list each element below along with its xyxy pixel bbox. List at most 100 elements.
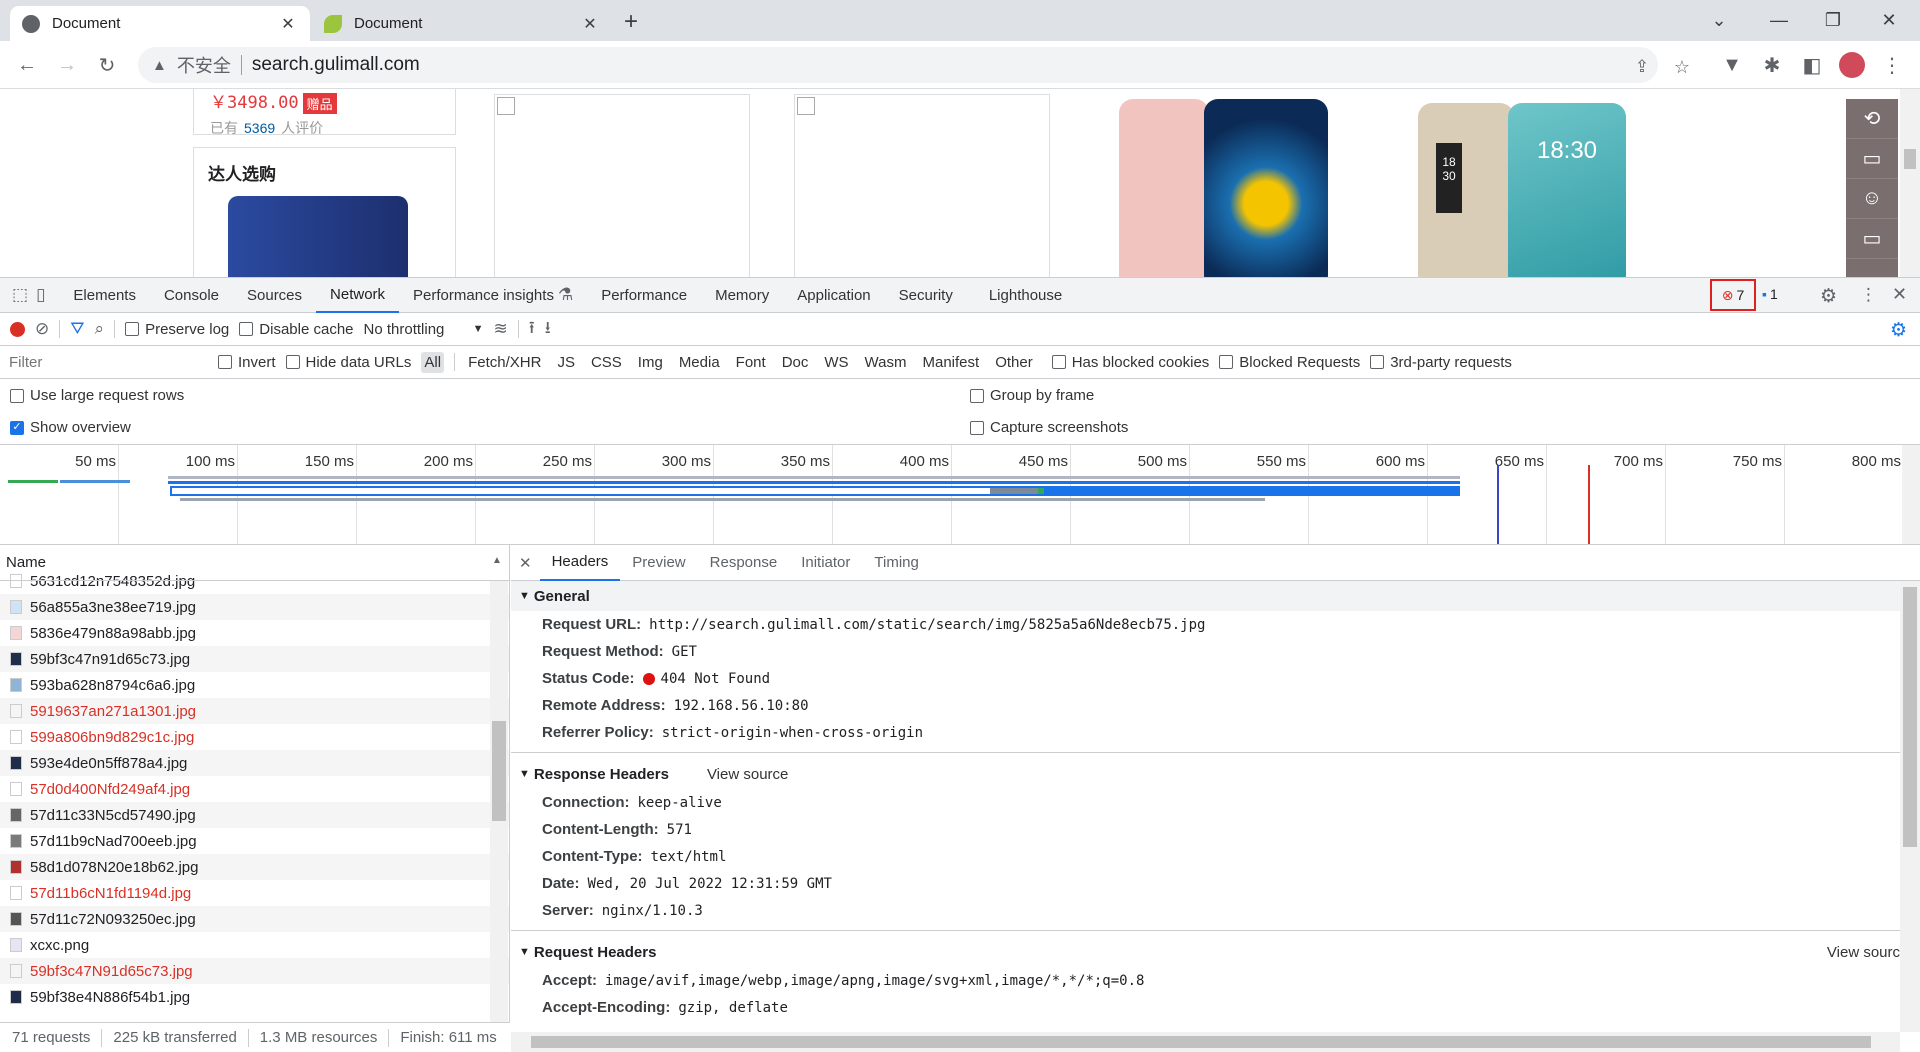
filter-type-font[interactable]: Font [733, 352, 769, 373]
pink-phone-back[interactable] [1119, 99, 1209, 277]
group-by-frame-checkbox[interactable]: Group by frame [970, 387, 1094, 404]
filter-type-fetch-xhr[interactable]: Fetch/XHR [465, 352, 544, 373]
hide-data-urls-checkbox[interactable]: Hide data URLs [285, 354, 411, 371]
error-counter[interactable]: ⊗ 7 [1710, 279, 1756, 311]
timeline-overview[interactable]: 50 ms 100 ms 150 ms 200 ms 250 ms 300 ms… [0, 445, 1920, 545]
address-bar[interactable]: ▲ 不安全 search.gulimall.com [138, 47, 1658, 83]
side-panel-icon[interactable]: ◧ [1796, 49, 1828, 81]
response-headers-section-header[interactable]: ▼ Response Headers View source [511, 759, 1900, 789]
tab-sources[interactable]: Sources [233, 278, 316, 313]
general-section-header[interactable]: ▼ General [511, 581, 1900, 611]
invert-checkbox[interactable]: Invert [218, 354, 276, 371]
filter-type-all[interactable]: All [421, 351, 445, 373]
request-row-error[interactable]: 57d0d400Nfd249af4.jpg [0, 776, 509, 802]
puzzle-icon[interactable]: ✱ [1756, 49, 1788, 81]
export-har-icon[interactable]: ⭳ [545, 315, 551, 344]
filter-type-doc[interactable]: Doc [779, 352, 812, 373]
close-tab-icon[interactable]: ✕ [580, 14, 600, 34]
settings-gear-icon[interactable]: ⚙ [1820, 285, 1837, 308]
close-tab-icon[interactable]: ✕ [278, 14, 298, 34]
device-toggle-icon[interactable]: ▯ [36, 285, 45, 305]
request-row[interactable]: 59bf3c47n91d65c73.jpg [0, 646, 509, 672]
filter-type-img[interactable]: Img [635, 352, 666, 373]
close-detail-icon[interactable]: ✕ [519, 554, 532, 572]
disable-cache-checkbox[interactable]: Disable cache [239, 321, 354, 338]
close-devtools-icon[interactable]: ✕ [1892, 284, 1907, 305]
scroll-thumb[interactable] [1904, 149, 1916, 169]
sort-up-icon[interactable]: ▲ [492, 555, 502, 566]
filter-type-ws[interactable]: WS [821, 352, 851, 373]
overview-scrollbar[interactable] [1902, 445, 1920, 544]
tab-elements[interactable]: Elements [59, 278, 150, 313]
preserve-log-checkbox[interactable]: Preserve log [125, 321, 229, 338]
blue-phone-screen[interactable] [1204, 99, 1328, 277]
third-party-checkbox[interactable]: 3rd-party requests [1370, 354, 1512, 371]
tab-memory[interactable]: Memory [701, 278, 783, 313]
request-row[interactable]: 57d11b9cNad700eeb.jpg [0, 828, 509, 854]
filter-type-other[interactable]: Other [992, 352, 1036, 373]
detail-horizontal-scrollbar[interactable] [511, 1032, 1900, 1052]
search-icon[interactable]: ⌕ [95, 319, 105, 339]
gold-phone-back[interactable]: 18 30 [1418, 103, 1514, 277]
tab-console[interactable]: Console [150, 278, 233, 313]
history-icon[interactable]: ⟲ [1846, 99, 1898, 139]
request-headers-section-header[interactable]: ▼ Request Headers View sourc [511, 937, 1900, 967]
filter-type-css[interactable]: CSS [588, 352, 625, 373]
filter-type-media[interactable]: Media [676, 352, 723, 373]
avatar[interactable] [1836, 49, 1868, 81]
import-har-icon[interactable]: ⭱ [529, 315, 535, 344]
scroll-thumb[interactable] [1903, 587, 1917, 847]
message-icon[interactable]: ▭ [1846, 219, 1898, 259]
detail-vertical-scrollbar[interactable] [1900, 581, 1920, 1032]
browser-tab-2[interactable]: Document ✕ [312, 6, 612, 41]
record-icon[interactable] [10, 321, 25, 337]
request-row[interactable]: xcxc.png [0, 932, 509, 958]
close-window-button[interactable]: ✕ [1866, 0, 1912, 41]
chat-icon[interactable]: ▭ [1846, 139, 1898, 179]
new-tab-button[interactable]: + [624, 8, 638, 36]
service-icon[interactable]: ☺ [1846, 179, 1898, 219]
request-row[interactable]: 5836e479n88a98abb.jpg [0, 620, 509, 646]
tab-network[interactable]: Network [316, 278, 400, 313]
filter-type-manifest[interactable]: Manifest [920, 352, 983, 373]
tab-timing[interactable]: Timing [862, 545, 930, 581]
network-settings-icon[interactable]: ⚙ [1890, 319, 1907, 342]
view-source-link[interactable]: View source [707, 766, 788, 783]
network-conditions-icon[interactable]: ≋ [494, 319, 508, 339]
minimize-button[interactable]: — [1756, 0, 1802, 41]
request-row-error[interactable]: 599a806bn9d829c1c.jpg [0, 724, 509, 750]
clear-icon[interactable]: ⊘ [35, 319, 49, 339]
tab-preview[interactable]: Preview [620, 545, 697, 581]
phone-image[interactable] [228, 196, 408, 277]
show-overview-checkbox[interactable]: ✓ Show overview [10, 419, 131, 436]
menu-icon[interactable]: ⋮ [1876, 49, 1908, 81]
request-row-error[interactable]: 59bf3c47N91d65c73.jpg [0, 958, 509, 984]
scroll-thumb[interactable] [492, 721, 506, 821]
large-rows-checkbox[interactable]: Use large request rows [10, 387, 184, 404]
teal-phone-screen[interactable]: 18:30 [1508, 103, 1626, 277]
broken-image[interactable] [794, 94, 1050, 277]
tab-headers[interactable]: Headers [539, 545, 621, 581]
request-row[interactable]: 593ba628n8794c6a6.jpg [0, 672, 509, 698]
tab-security[interactable]: Security [885, 278, 967, 313]
request-row[interactable]: 59bf38e4N886f54b1.jpg [0, 984, 509, 1010]
filter-icon[interactable]: ⛛ [70, 319, 84, 339]
filter-type-js[interactable]: JS [554, 352, 578, 373]
back-icon[interactable]: ← [11, 49, 43, 81]
tab-performance-insights[interactable]: Performance insights [399, 278, 568, 313]
capture-screenshots-checkbox[interactable]: Capture screenshots [970, 419, 1128, 436]
restore-button[interactable]: ❐ [1810, 0, 1856, 41]
tab-lighthouse[interactable]: Lighthouse [975, 278, 1076, 313]
browser-tab-1[interactable]: Document ✕ [10, 6, 310, 41]
more-menu-icon[interactable]: ⋮ [1860, 285, 1877, 305]
bookmark-star-icon[interactable]: ☆ [1666, 51, 1698, 83]
throttling-select[interactable]: No throttling ▼ [364, 321, 484, 338]
tab-initiator[interactable]: Initiator [789, 545, 862, 581]
request-row[interactable]: 57d11c33N5cd57490.jpg [0, 802, 509, 828]
inspect-icon[interactable]: ⬚ [12, 285, 28, 305]
blocked-cookies-checkbox[interactable]: Has blocked cookies [1051, 354, 1209, 371]
reload-icon[interactable]: ↻ [91, 49, 123, 81]
request-row[interactable]: 57d11c72N093250ec.jpg [0, 906, 509, 932]
view-source-link[interactable]: View sourc [1827, 944, 1900, 961]
name-column-header[interactable]: Name ▲ [0, 545, 509, 581]
